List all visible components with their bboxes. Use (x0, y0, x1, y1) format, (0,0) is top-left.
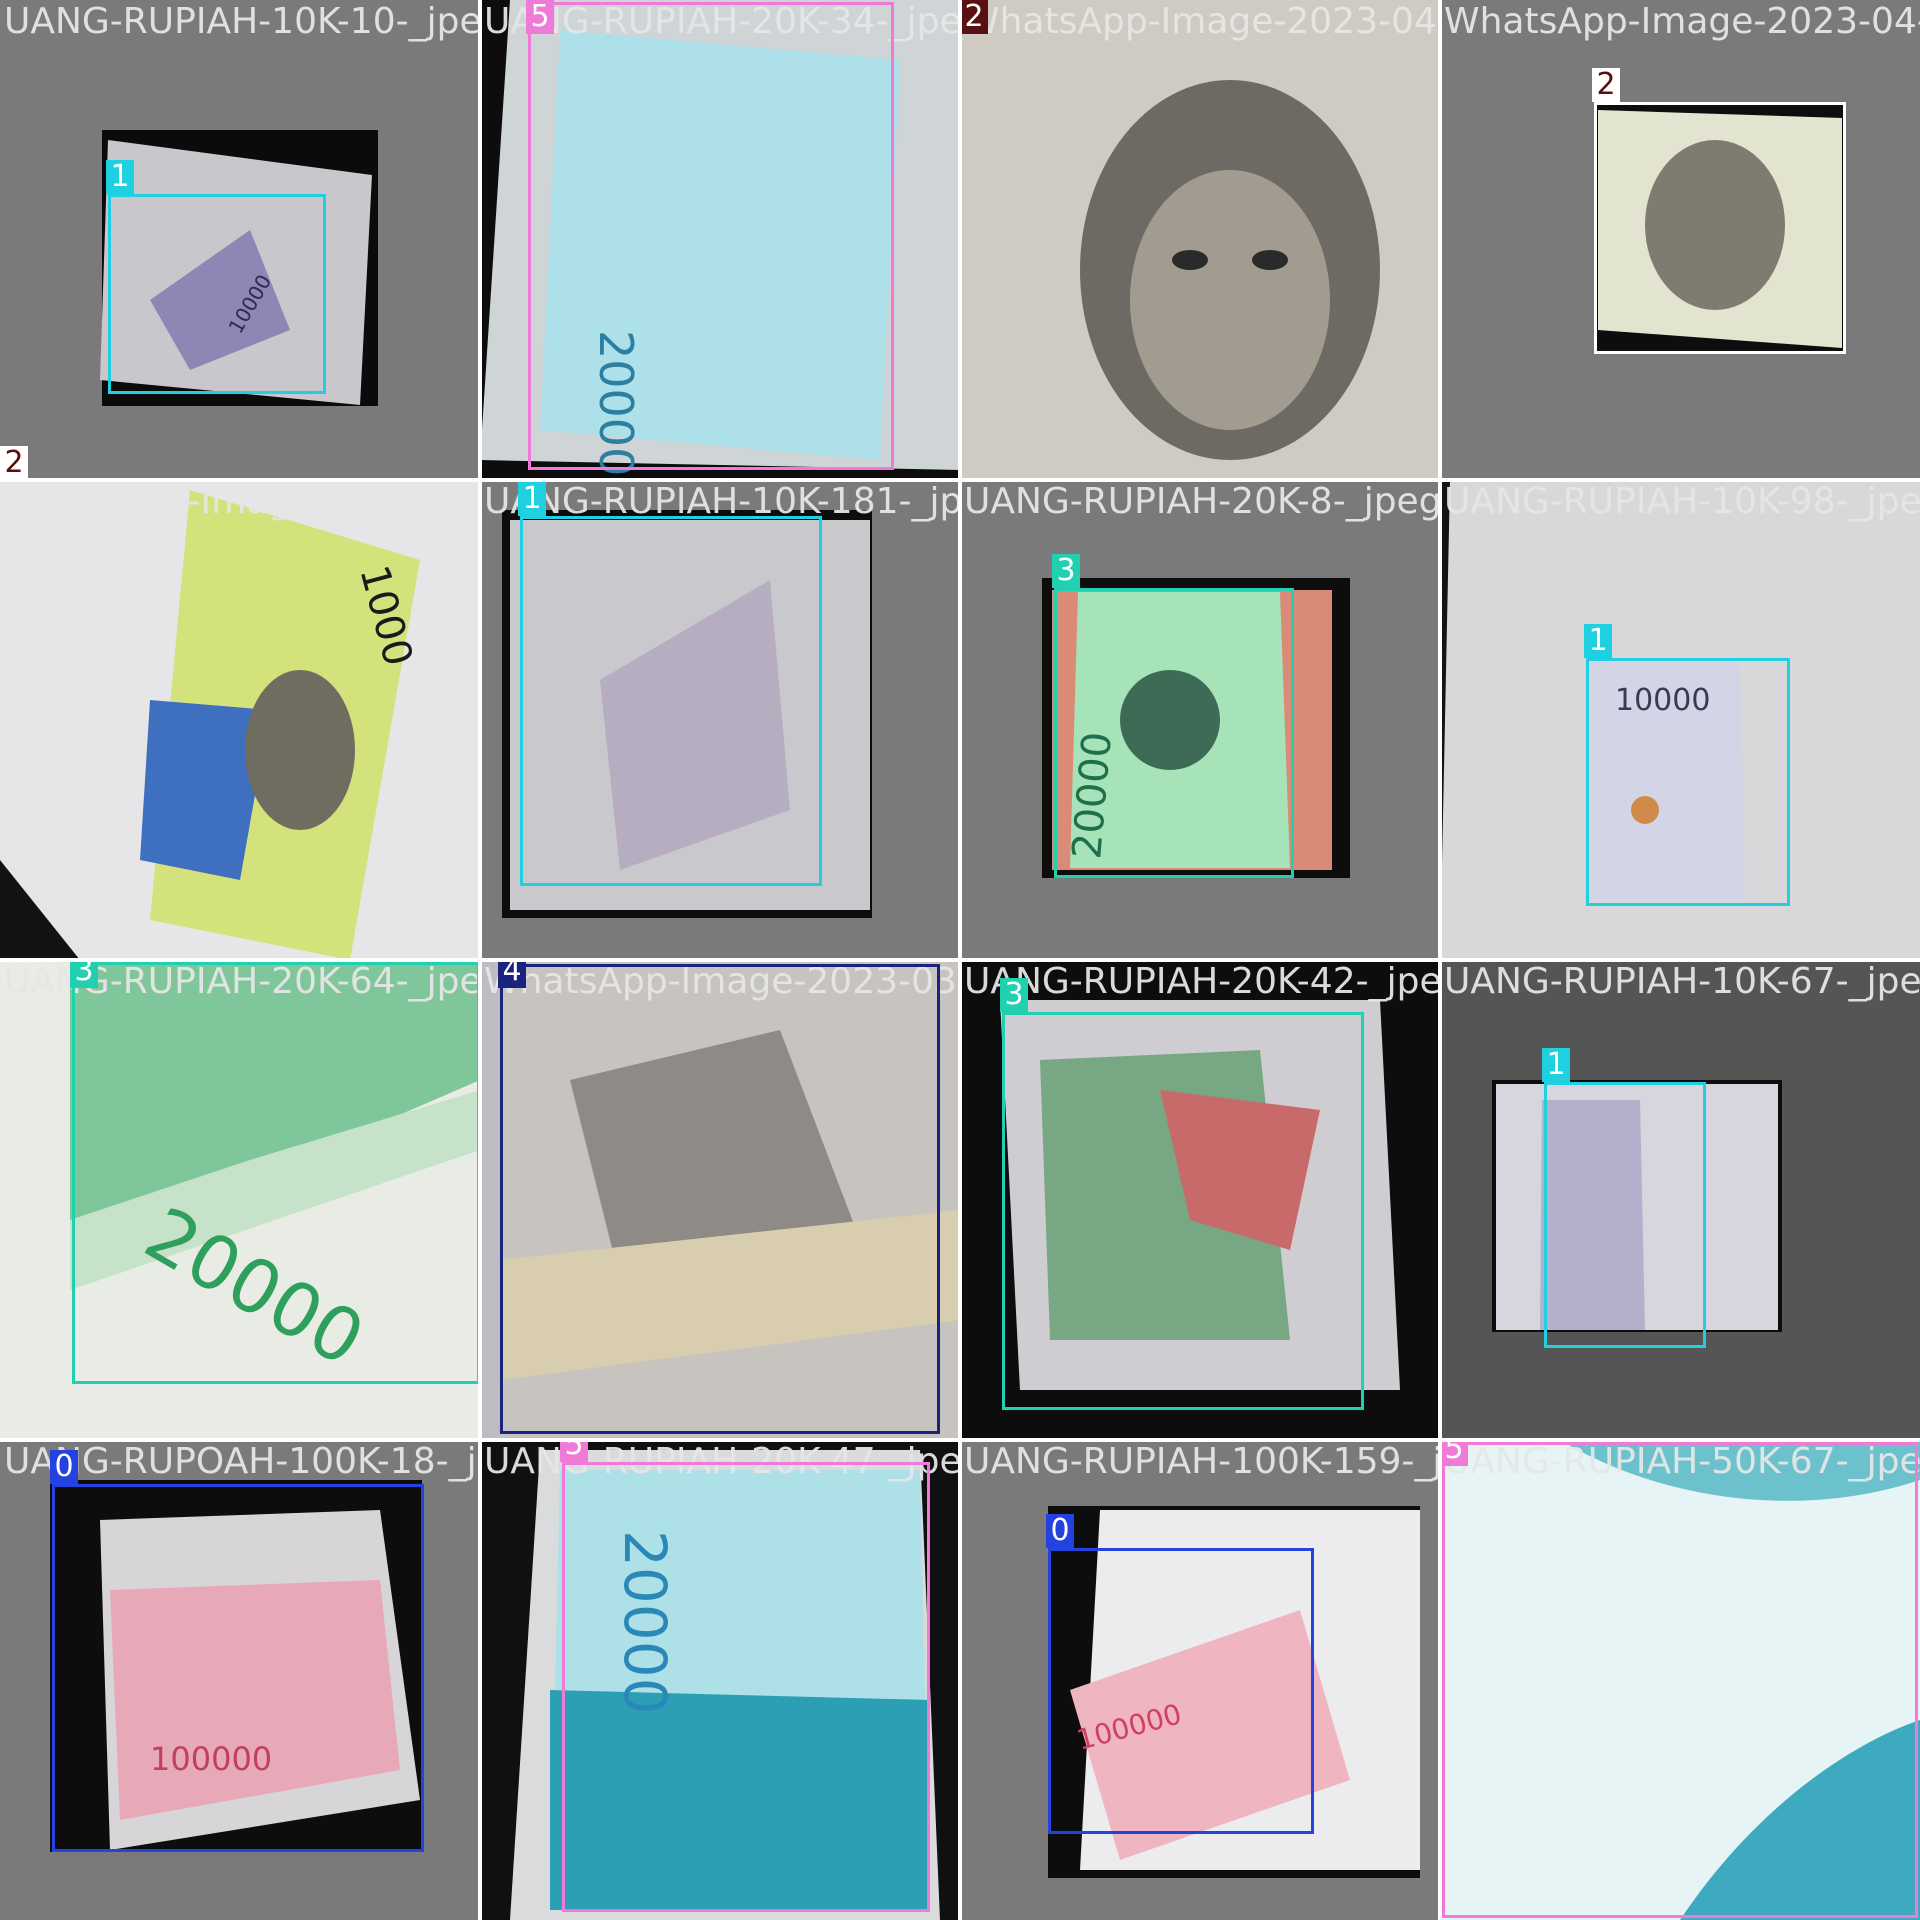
tile-3: WhatsApp-Image-2023-04-25-at-1_ 2 (960, 0, 1440, 480)
box-class-label: 1 (1542, 1048, 1570, 1082)
tile-15: 100000 UANG-RUPIAH-100K-159-_jpeg.rf.2 0 (960, 1440, 1440, 1920)
tile-12: UANG-RUPIAH-10K-67-_jpe 1 (1440, 960, 1920, 1440)
detection-mosaic: 10000 UANG-RUPIAH-10K-10-_jpeg.rf.4992f9… (0, 0, 1920, 1920)
tile-8: 10000 UANG-RUPIAH-10K-98-_jpe 1 (1440, 480, 1920, 960)
box-class-label: 1 (106, 160, 134, 194)
grid-divider (0, 1438, 1920, 1442)
box-class-label: 0 (1046, 1514, 1074, 1548)
tile-9: 20000 UANG-RUPIAH-20K-64-_jpeg.rf.a1bc9d… (0, 960, 480, 1440)
bounding-box (562, 1462, 930, 1912)
bounding-box (500, 964, 940, 1434)
box-class-label: 4 (498, 960, 526, 988)
bounding-box (520, 516, 822, 886)
bounding-box (1048, 1548, 1314, 1834)
tile-5: 1000 WhatsApp-Image-2023-03-04-at-22 (0, 480, 480, 960)
bounding-box (1002, 1012, 1364, 1410)
bounding-box (528, 2, 894, 470)
bounding-box (1544, 1082, 1706, 1348)
box-class-label: 3 (1052, 554, 1080, 588)
grid-divider (0, 478, 1920, 482)
bounding-box (1442, 1442, 1918, 1918)
tile-7: 20000 UANG-RUPIAH-20K-8-_jpeg.rf.b4f5b2b… (960, 480, 1440, 960)
banknote-photo (960, 0, 1440, 480)
box-class-label: 3 (1000, 978, 1028, 1012)
bounding-box (108, 194, 326, 394)
bounding-box (52, 1484, 424, 1852)
tile-10: WhatsApp-Image-2023-03-04-at-22 4 (480, 960, 960, 1440)
grid-divider (0, 958, 1920, 962)
box-class-label: 1 (1584, 624, 1612, 658)
bounding-box (72, 962, 480, 1384)
bounding-box (1586, 658, 1790, 906)
tile-6: UANG-RUPIAH-10K-181-_jpeg.rf.c5 1 (480, 480, 960, 960)
tile-13: 100000 UANG-RUPOAH-100K-18-_jpeg.rf.a8f1… (0, 1440, 480, 1920)
tile-1: 10000 UANG-RUPIAH-10K-10-_jpeg.rf.4992f9… (0, 0, 480, 480)
bounding-box (1054, 588, 1294, 878)
tile-16: UANG-RUPIAH-50K-67-_jpe 5 (1440, 1440, 1920, 1920)
tile-14: 20000 UANG-RUPIAH-20K-47-_jpeg.rf.7c0e1d… (480, 1440, 960, 1920)
banknote-photo: 1000 (0, 480, 480, 960)
box-class-label: 5 (526, 0, 554, 34)
box-class-label: 2 (960, 0, 988, 34)
box-class-label: 2 (0, 446, 28, 480)
box-class-label: 5 (1440, 1440, 1468, 1466)
bounding-box (1594, 102, 1846, 354)
box-class-label: 2 (1592, 68, 1620, 102)
box-class-label: 5 (560, 1440, 588, 1462)
tile-2: 20000 UANG-RUPIAH-20K-34-_jpeg.rf.c9b1f3… (480, 0, 960, 480)
box-class-label: 3 (70, 960, 98, 988)
tile-4: WhatsApp-Image-2023-04-2 2 (1440, 0, 1920, 480)
box-class-label: 0 (50, 1450, 78, 1484)
box-class-label: 1 (518, 482, 546, 516)
tile-11: UANG-RUPIAH-20K-42-_jpeg.rf.3c4 3 (960, 960, 1440, 1440)
